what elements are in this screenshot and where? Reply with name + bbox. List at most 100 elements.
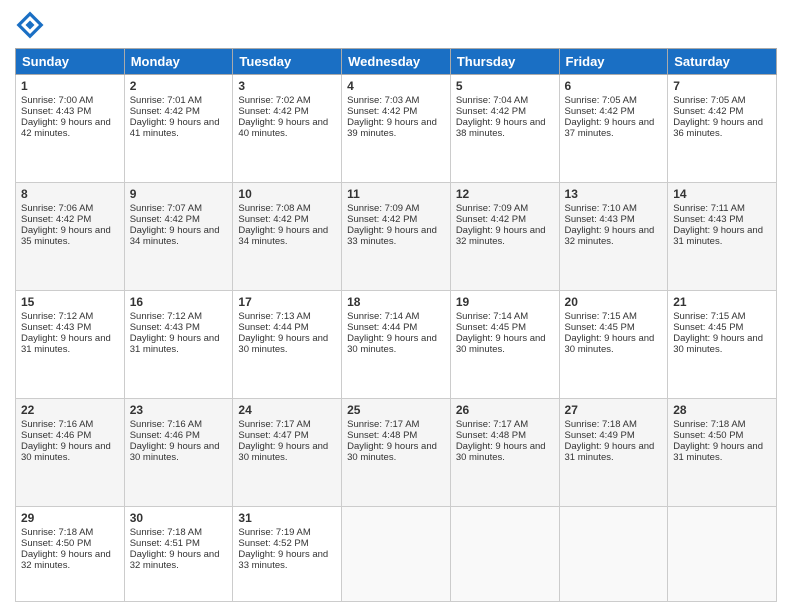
sunrise: Sunrise: 7:18 AM [130,527,202,538]
sunset: Sunset: 4:42 PM [238,214,308,225]
daylight: Daylight: 9 hours and 37 minutes. [565,117,655,139]
sunrise: Sunrise: 7:04 AM [456,95,528,106]
day-number: 13 [565,187,663,201]
daylight: Daylight: 9 hours and 33 minutes. [238,549,328,571]
daylight: Daylight: 9 hours and 31 minutes. [673,225,763,247]
calendar-cell: 26Sunrise: 7:17 AMSunset: 4:48 PMDayligh… [450,399,559,507]
sunset: Sunset: 4:50 PM [673,430,743,441]
day-number: 4 [347,79,445,93]
sunrise: Sunrise: 7:02 AM [238,95,310,106]
day-number: 29 [21,511,119,525]
sunset: Sunset: 4:52 PM [238,538,308,549]
daylight: Daylight: 9 hours and 31 minutes. [673,441,763,463]
col-header-sunday: Sunday [16,49,125,75]
calendar-cell: 30Sunrise: 7:18 AMSunset: 4:51 PMDayligh… [124,507,233,602]
calendar-cell: 14Sunrise: 7:11 AMSunset: 4:43 PMDayligh… [668,183,777,291]
calendar-cell: 28Sunrise: 7:18 AMSunset: 4:50 PMDayligh… [668,399,777,507]
day-number: 16 [130,295,228,309]
calendar-cell: 2Sunrise: 7:01 AMSunset: 4:42 PMDaylight… [124,75,233,183]
calendar-cell: 9Sunrise: 7:07 AMSunset: 4:42 PMDaylight… [124,183,233,291]
daylight: Daylight: 9 hours and 31 minutes. [565,441,655,463]
calendar-cell: 15Sunrise: 7:12 AMSunset: 4:43 PMDayligh… [16,291,125,399]
week-row-5: 29Sunrise: 7:18 AMSunset: 4:50 PMDayligh… [16,507,777,602]
daylight: Daylight: 9 hours and 32 minutes. [565,225,655,247]
sunset: Sunset: 4:43 PM [130,322,200,333]
sunset: Sunset: 4:44 PM [347,322,417,333]
daylight: Daylight: 9 hours and 31 minutes. [130,333,220,355]
sunset: Sunset: 4:50 PM [21,538,91,549]
sunrise: Sunrise: 7:09 AM [347,203,419,214]
day-number: 12 [456,187,554,201]
calendar-table: SundayMondayTuesdayWednesdayThursdayFrid… [15,48,777,602]
day-number: 26 [456,403,554,417]
calendar-cell: 1Sunrise: 7:00 AMSunset: 4:43 PMDaylight… [16,75,125,183]
day-number: 5 [456,79,554,93]
daylight: Daylight: 9 hours and 34 minutes. [130,225,220,247]
sunset: Sunset: 4:45 PM [673,322,743,333]
calendar-cell: 13 Sunrise: 7:10 AMSunset: 4:43 PMDayligh… [559,183,668,291]
sunset: Sunset: 4:48 PM [456,430,526,441]
sunrise: Sunrise: 7:16 AM [21,419,93,430]
sunset: Sunset: 4:42 PM [130,106,200,117]
daylight: Daylight: 9 hours and 30 minutes. [456,333,546,355]
daylight: Daylight: 9 hours and 34 minutes. [238,225,328,247]
week-row-3: 15Sunrise: 7:12 AMSunset: 4:43 PMDayligh… [16,291,777,399]
sunrise: Sunrise: 7:15 AM [673,311,745,322]
calendar-cell: 19Sunrise: 7:14 AMSunset: 4:45 PMDayligh… [450,291,559,399]
daylight: Daylight: 9 hours and 30 minutes. [238,441,328,463]
sunrise: Sunrise: 7:08 AM [238,203,310,214]
daylight: Daylight: 9 hours and 40 minutes. [238,117,328,139]
sunset: Sunset: 4:45 PM [565,322,635,333]
daylight: Daylight: 9 hours and 32 minutes. [456,225,546,247]
col-header-friday: Friday [559,49,668,75]
page: SundayMondayTuesdayWednesdayThursdayFrid… [0,0,792,612]
header [15,10,777,40]
daylight: Daylight: 9 hours and 30 minutes. [130,441,220,463]
daylight: Daylight: 9 hours and 36 minutes. [673,117,763,139]
day-number: 20 [565,295,663,309]
day-number: 27 [565,403,663,417]
col-header-tuesday: Tuesday [233,49,342,75]
calendar-cell: 11Sunrise: 7:09 AMSunset: 4:42 PMDayligh… [342,183,451,291]
day-number: 3 [238,79,336,93]
sunrise: Sunrise: 7:12 AM [130,311,202,322]
sunset: Sunset: 4:44 PM [238,322,308,333]
calendar-cell [342,507,451,602]
col-header-monday: Monday [124,49,233,75]
col-header-wednesday: Wednesday [342,49,451,75]
calendar-cell: 12Sunrise: 7:09 AMSunset: 4:42 PMDayligh… [450,183,559,291]
daylight: Daylight: 9 hours and 32 minutes. [21,549,111,571]
daylight: Daylight: 9 hours and 32 minutes. [130,549,220,571]
day-number: 15 [21,295,119,309]
calendar-cell: 4Sunrise: 7:03 AMSunset: 4:42 PMDaylight… [342,75,451,183]
sunrise: Sunrise: 7:07 AM [130,203,202,214]
sunrise: Sunrise: 7:10 AM [565,203,637,214]
sunset: Sunset: 4:42 PM [347,214,417,225]
calendar-cell: 29 Sunrise: 7:18 AMSunset: 4:50 PMDayligh… [16,507,125,602]
sunset: Sunset: 4:43 PM [673,214,743,225]
sunset: Sunset: 4:48 PM [347,430,417,441]
calendar-cell: 8Sunrise: 7:06 AMSunset: 4:42 PMDaylight… [16,183,125,291]
sunset: Sunset: 4:43 PM [565,214,635,225]
sunrise: Sunrise: 7:19 AM [238,527,310,538]
calendar-cell: 23Sunrise: 7:16 AMSunset: 4:46 PMDayligh… [124,399,233,507]
calendar-cell: 3Sunrise: 7:02 AMSunset: 4:42 PMDaylight… [233,75,342,183]
day-number: 31 [238,511,336,525]
sunset: Sunset: 4:42 PM [456,214,526,225]
sunset: Sunset: 4:42 PM [130,214,200,225]
sunrise: Sunrise: 7:18 AM [565,419,637,430]
sunrise: Sunrise: 7:14 AM [347,311,419,322]
sunset: Sunset: 4:46 PM [21,430,91,441]
calendar-cell: 24Sunrise: 7:17 AMSunset: 4:47 PMDayligh… [233,399,342,507]
day-number: 1 [21,79,119,93]
sunrise: Sunrise: 7:17 AM [347,419,419,430]
day-number: 24 [238,403,336,417]
sunrise: Sunrise: 7:12 AM [21,311,93,322]
sunrise: Sunrise: 7:13 AM [238,311,310,322]
sunset: Sunset: 4:51 PM [130,538,200,549]
sunrise: Sunrise: 7:11 AM [673,203,745,214]
calendar-cell: 27Sunrise: 7:18 AMSunset: 4:49 PMDayligh… [559,399,668,507]
sunrise: Sunrise: 7:18 AM [21,527,93,538]
daylight: Daylight: 9 hours and 30 minutes. [565,333,655,355]
daylight: Daylight: 9 hours and 30 minutes. [21,441,111,463]
